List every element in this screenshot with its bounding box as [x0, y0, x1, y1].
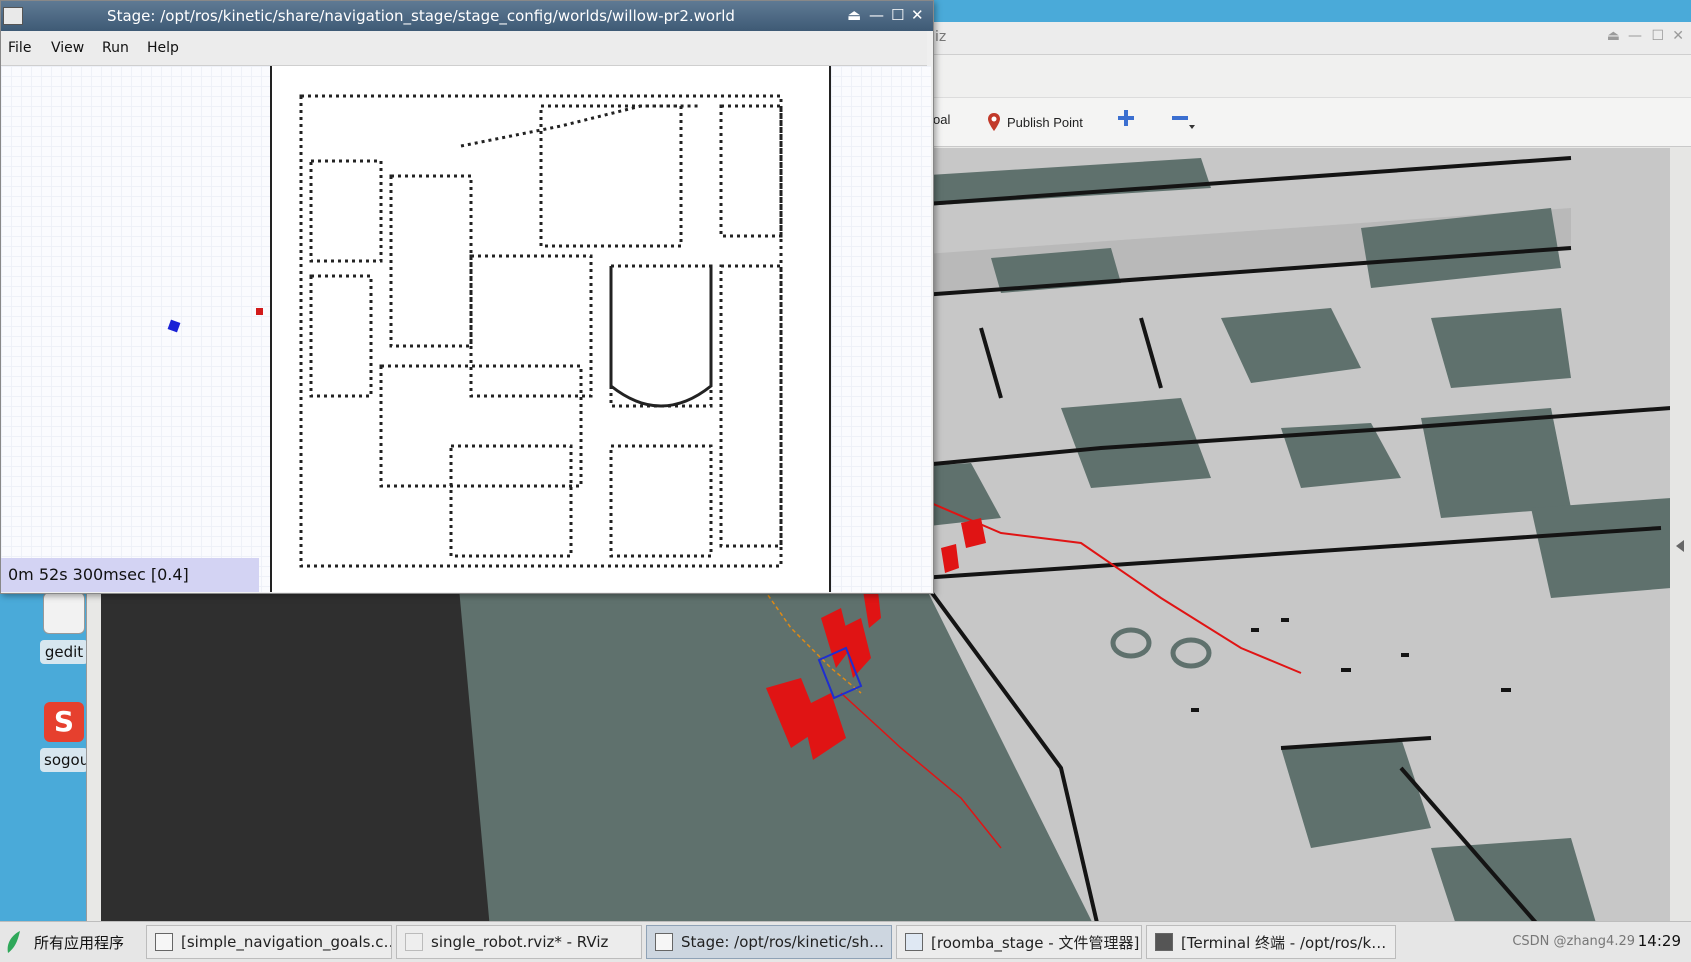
- stage-world-map: [167, 66, 831, 592]
- menu-help[interactable]: Help: [147, 40, 179, 56]
- taskbar-item-rviz[interactable]: single_robot.rviz* - RViz: [396, 925, 642, 959]
- app-launcher-icon: [7, 931, 20, 953]
- gedit-icon: [155, 933, 173, 951]
- stage-canvas[interactable]: 0m 52s 300msec [0.4]: [1, 66, 931, 592]
- stage-window-title: Stage: /opt/ros/kinetic/share/navigation…: [107, 7, 735, 25]
- sim-time-status: 0m 52s 300msec [0.4]: [1, 558, 259, 592]
- menu-view[interactable]: View: [51, 40, 84, 56]
- plus-icon: [1118, 110, 1134, 126]
- stage-titlebar[interactable]: Stage: /opt/ros/kinetic/share/navigation…: [1, 1, 933, 31]
- map-pin-icon: [988, 113, 1000, 131]
- menu-run[interactable]: Run: [102, 40, 129, 56]
- minus-icon: [1172, 116, 1195, 129]
- taskbar-item-file-manager[interactable]: [roomba_stage - 文件管理器]: [896, 925, 1142, 959]
- terminal-icon: [1155, 933, 1173, 951]
- desktop-icon-label: gedit: [40, 640, 88, 664]
- maximize-icon[interactable]: ☐: [891, 6, 904, 24]
- folder-icon: [905, 933, 923, 951]
- taskbar-item-label: [Terminal 终端 - /opt/ros/k…: [1181, 933, 1387, 952]
- maximize-icon[interactable]: ☐: [1651, 28, 1664, 44]
- taskbar-item-gedit[interactable]: [simple_navigation_goals.c…: [146, 925, 392, 959]
- minimize-icon[interactable]: —: [869, 6, 884, 24]
- taskbar: 所有应用程序 [simple_navigation_goals.c… singl…: [0, 921, 1691, 962]
- csdn-watermark: CSDN @zhang4.29: [1512, 934, 1635, 949]
- desktop-icon-sogou[interactable]: S sogou: [40, 702, 88, 772]
- taskbar-item-terminal[interactable]: [Terminal 终端 - /opt/ros/k…: [1146, 925, 1396, 959]
- start-menu-label: 所有应用程序: [34, 933, 125, 952]
- taskbar-item-label: single_robot.rviz* - RViz: [431, 933, 609, 951]
- add-tool-button[interactable]: [1117, 109, 1135, 127]
- desktop-icon-gedit[interactable]: gedit: [40, 592, 88, 664]
- clock[interactable]: 14:29: [1638, 932, 1681, 950]
- goal-label: oal: [933, 112, 951, 127]
- rviz-side-panel-toggle[interactable]: [1670, 148, 1691, 940]
- rviz-icon: [405, 933, 423, 951]
- taskbar-item-stage[interactable]: Stage: /opt/ros/kinetic/sh…: [646, 925, 892, 959]
- rviz-window-title: iz: [935, 29, 947, 45]
- collapse-arrow-icon[interactable]: [1676, 540, 1684, 552]
- eject-icon[interactable]: ⏏: [1607, 28, 1620, 44]
- publish-point-label: Publish Point: [1007, 114, 1083, 130]
- taskbar-item-label: Stage: /opt/ros/kinetic/sh…: [681, 933, 884, 951]
- close-icon[interactable]: ✕: [911, 6, 924, 24]
- stage-window: Stage: /opt/ros/kinetic/share/navigation…: [0, 0, 934, 594]
- start-menu-button[interactable]: 所有应用程序: [4, 925, 124, 959]
- desktop-icon-label: sogou: [40, 748, 88, 772]
- menu-file[interactable]: File: [8, 40, 31, 56]
- 2d-nav-goal-button[interactable]: oal: [933, 112, 950, 127]
- minimize-icon[interactable]: —: [1628, 28, 1642, 44]
- close-icon[interactable]: ✕: [1672, 28, 1684, 44]
- gedit-icon: [43, 592, 85, 634]
- taskbar-item-label: [roomba_stage - 文件管理器]: [931, 933, 1140, 952]
- publish-point-button[interactable]: Publish Point: [987, 112, 1083, 132]
- taskbar-item-label: [simple_navigation_goals.c…: [181, 933, 392, 951]
- stage-menubar: File View Run Help: [1, 31, 927, 66]
- window-icon: [655, 933, 673, 951]
- remove-tool-button[interactable]: [1171, 109, 1197, 131]
- sogou-icon: S: [44, 702, 84, 742]
- eject-icon[interactable]: ⏏: [847, 6, 861, 24]
